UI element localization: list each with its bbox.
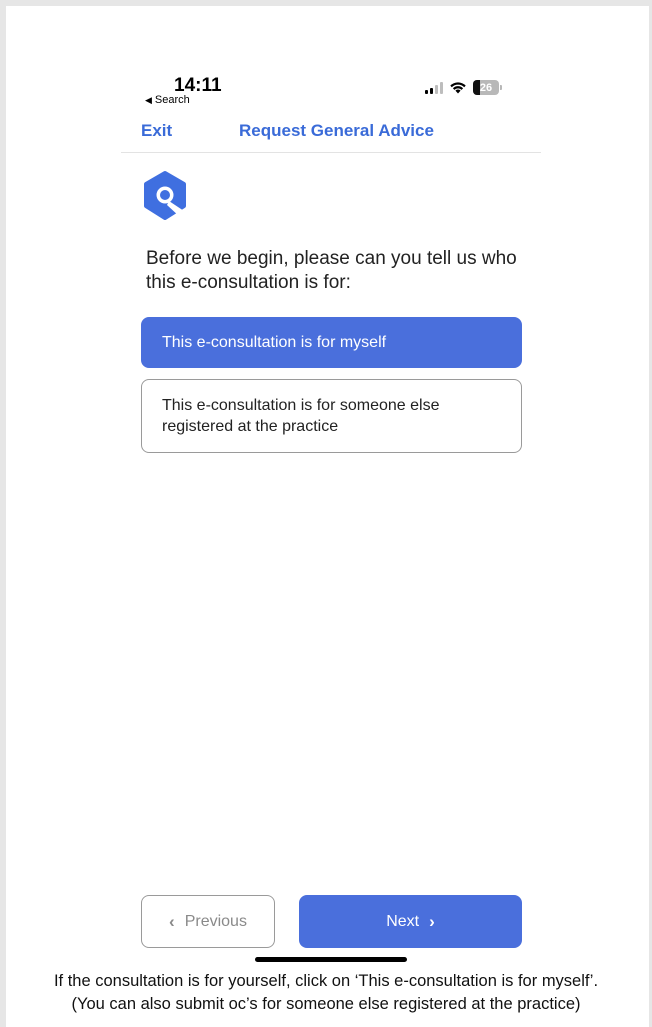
- caption-line-2: (You can also submit oc’s for someone el…: [71, 995, 581, 1013]
- status-icons: 26: [425, 80, 502, 95]
- home-indicator[interactable]: [255, 957, 407, 962]
- cellular-signal-icon: [425, 81, 443, 94]
- option-for-myself-label: This e-consultation is for myself: [162, 334, 387, 351]
- back-to-search-label: Search: [154, 94, 190, 106]
- frame-border-top: [0, 0, 652, 6]
- wifi-icon: [449, 81, 467, 94]
- back-to-search-link[interactable]: ◀ Search: [145, 94, 190, 106]
- battery-level: 26: [479, 81, 493, 94]
- chevron-left-icon: ‹: [169, 911, 175, 931]
- page-title: Request General Advice: [239, 121, 434, 140]
- question-text: Before we begin, please can you tell us …: [146, 248, 517, 293]
- next-button[interactable]: Next ›: [299, 895, 522, 948]
- instruction-caption: If the consultation is for yourself, cli…: [0, 970, 652, 1016]
- chevron-right-icon: ›: [429, 911, 435, 931]
- option-for-myself[interactable]: This e-consultation is for myself: [141, 317, 522, 368]
- back-arrow-icon: ◀: [145, 94, 152, 105]
- battery-icon: 26: [473, 80, 502, 95]
- nav-divider: [121, 152, 541, 153]
- option-for-someone-else[interactable]: This e-consultation is for someone else …: [141, 379, 522, 453]
- option-for-someone-else-label: This e-consultation is for someone else …: [162, 397, 440, 435]
- frame-border-left: [0, 0, 6, 1027]
- consultation-logo-icon: [140, 170, 190, 222]
- caption-line-1: If the consultation is for yourself, cli…: [53, 972, 599, 990]
- previous-button[interactable]: ‹ Previous: [141, 895, 275, 948]
- previous-button-label: Previous: [184, 912, 247, 930]
- exit-button[interactable]: Exit: [141, 121, 172, 141]
- next-button-label: Next: [386, 912, 420, 930]
